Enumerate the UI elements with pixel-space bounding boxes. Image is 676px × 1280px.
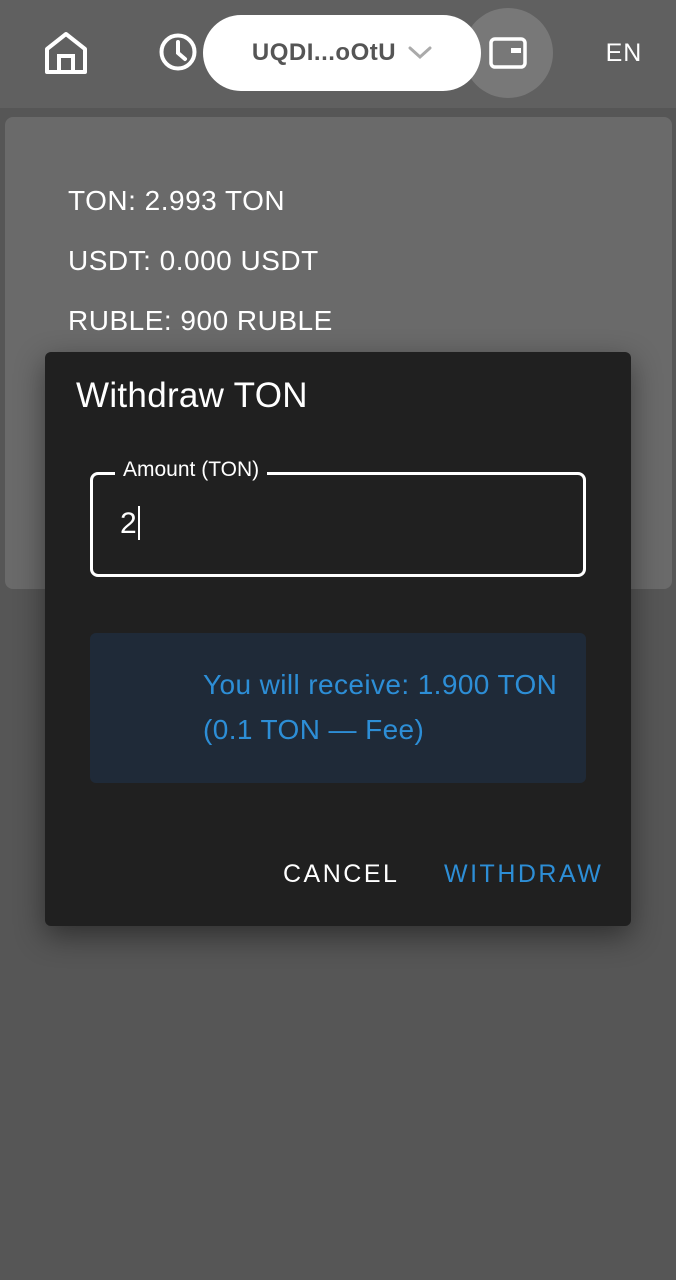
- wallet-address: UQDI...oOtU: [251, 39, 397, 66]
- text-caret: [137, 506, 140, 541]
- ton-balance: TON: 2.993 TON: [68, 185, 286, 216]
- ruble-balance: RUBLE: 900 RUBLE: [68, 305, 333, 336]
- receive-info-text: You will receive: 1.900 TON (0.1 TON — F…: [203, 669, 558, 745]
- top-bar: UQDI...oOtU EN: [0, 0, 676, 108]
- chevron-down-icon: [408, 46, 432, 60]
- amount-input[interactable]: 2: [120, 506, 140, 541]
- history-button[interactable]: [148, 22, 208, 82]
- withdraw-button[interactable]: WITHDRAW: [444, 860, 603, 889]
- wallet-icon: [489, 37, 527, 69]
- cancel-button[interactable]: CANCEL: [283, 860, 399, 889]
- home-button[interactable]: [36, 22, 96, 82]
- amount-field[interactable]: Amount (TON) 2: [90, 458, 586, 577]
- dialog-title: Withdraw TON: [76, 376, 308, 415]
- amount-value: 2: [120, 507, 137, 540]
- receive-info-box: You will receive: 1.900 TON (0.1 TON — F…: [90, 633, 586, 783]
- withdraw-dialog: Withdraw TON Amount (TON) 2 You will rec…: [45, 352, 631, 926]
- amount-label: Amount (TON): [115, 458, 268, 482]
- address-selector[interactable]: UQDI...oOtU: [203, 15, 481, 91]
- home-icon: [45, 32, 87, 74]
- language-switcher[interactable]: EN: [596, 36, 652, 70]
- clock-icon: [159, 33, 197, 71]
- usdt-balance: USDT: 0.000 USDT: [68, 245, 319, 276]
